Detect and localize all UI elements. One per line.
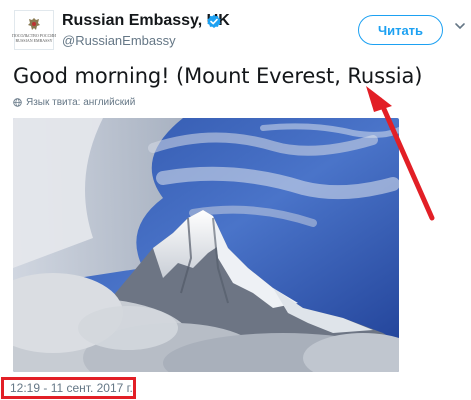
globe-icon bbox=[13, 98, 22, 107]
avatar[interactable]: ПОСОЛЬСТВО РОССИИ RUSSIAN EMBASSY bbox=[12, 10, 56, 50]
tweet-text: Good morning! (Mount Everest, Russia) bbox=[13, 64, 423, 88]
coat-of-arms-icon bbox=[28, 18, 40, 30]
follow-button[interactable]: Читать bbox=[358, 15, 443, 45]
user-handle[interactable]: @RussianEmbassy bbox=[62, 33, 176, 48]
mountain-image bbox=[13, 118, 399, 372]
tweet-language[interactable]: Язык твита: английский bbox=[13, 97, 135, 108]
highlight-box bbox=[1, 377, 136, 399]
display-name[interactable]: Russian Embassy, UK bbox=[62, 12, 230, 30]
tweet-photo[interactable] bbox=[13, 118, 399, 372]
chevron-down-icon[interactable] bbox=[454, 20, 466, 32]
verified-badge-icon bbox=[207, 14, 221, 28]
avatar-caption-2: RUSSIAN EMBASSY bbox=[15, 38, 53, 43]
language-note: Язык твита: английский bbox=[26, 97, 136, 108]
